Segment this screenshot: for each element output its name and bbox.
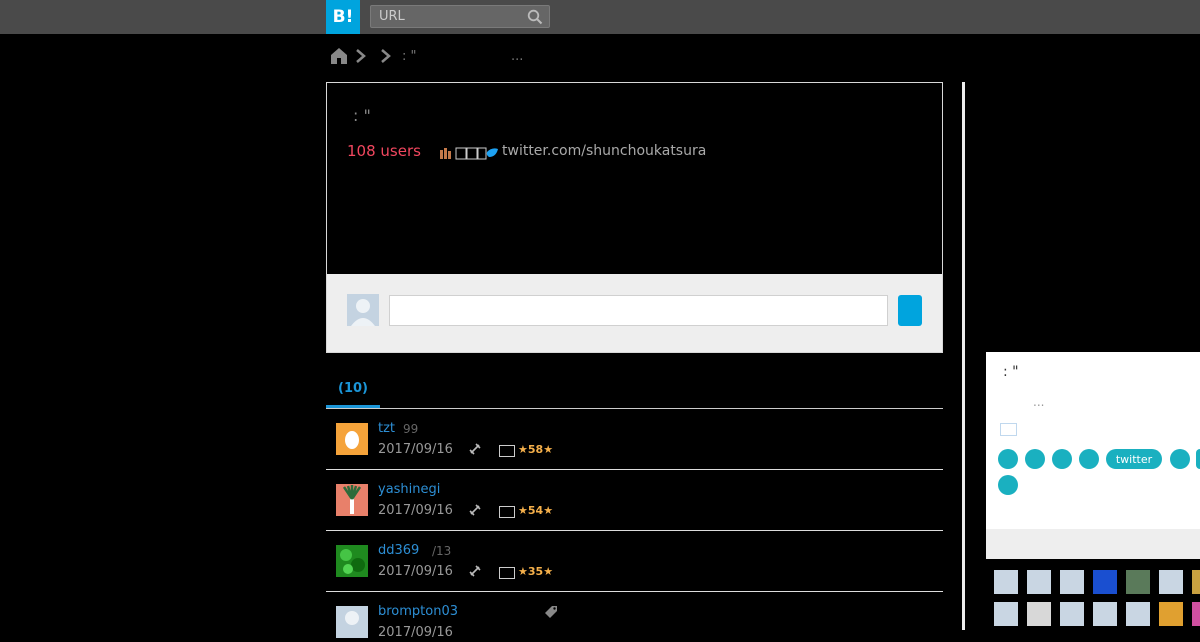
user-thumbnail[interactable] — [1027, 602, 1051, 626]
tag-icon — [545, 606, 557, 618]
egg-icon — [336, 423, 368, 455]
user-thumbnail[interactable] — [1159, 602, 1183, 626]
entry-domain[interactable]: twitter.com/shunchoukatsura — [502, 143, 706, 159]
user-thumbnail[interactable] — [1060, 570, 1084, 594]
row-divider — [326, 469, 943, 470]
user-thumbnail[interactable] — [1126, 602, 1150, 626]
tag-item[interactable] — [1052, 449, 1072, 469]
tag-item[interactable] — [1025, 449, 1045, 469]
submit-button[interactable] — [898, 295, 922, 326]
tag-item[interactable] — [1079, 449, 1099, 469]
user-thumbnail[interactable] — [1126, 570, 1150, 594]
leek-icon — [336, 484, 368, 516]
row-divider — [326, 591, 943, 592]
chevron-right-icon — [356, 49, 366, 63]
related-header — [986, 529, 1200, 559]
top-bar — [0, 0, 1200, 34]
avatar — [347, 294, 379, 326]
bookmark-date[interactable]: 2017/09/16 — [378, 564, 453, 579]
add-star-icon[interactable] — [1000, 423, 1017, 436]
star-count-value: 54 — [527, 504, 544, 517]
add-star-icon[interactable] — [499, 567, 515, 579]
search-input[interactable] — [371, 6, 529, 27]
entry-title[interactable]: : " — [353, 106, 371, 125]
tag-item[interactable] — [998, 475, 1018, 495]
star-count[interactable]: ★54★ — [518, 504, 553, 517]
star-count-value: 58 — [527, 443, 544, 456]
user-thumbnail[interactable] — [1093, 602, 1117, 626]
add-star-icon[interactable] — [499, 445, 515, 457]
user-thumbnail[interactable] — [1060, 602, 1084, 626]
user-thumbnail[interactable] — [1027, 570, 1051, 594]
bookmark-date[interactable]: 2017/09/16 — [378, 442, 453, 457]
link-icon[interactable] — [468, 564, 482, 578]
bookmark-date[interactable]: 2017/09/16 — [378, 625, 453, 640]
user-placeholder-icon — [336, 606, 368, 638]
chevron-right-icon — [381, 49, 391, 63]
user-avatar[interactable] — [336, 423, 368, 455]
user-name[interactable]: yashinegi — [378, 482, 440, 497]
user-thumbnail[interactable] — [994, 602, 1018, 626]
share-icons[interactable] — [439, 146, 499, 160]
tag-item[interactable] — [1196, 449, 1200, 469]
summary-description: ... — [1033, 395, 1045, 409]
hatena-logo[interactable]: B! — [326, 0, 360, 34]
breadcrumb-ellipsis: ... — [511, 49, 524, 64]
user-thumbnail[interactable] — [1192, 570, 1200, 594]
user-thumbnail[interactable] — [1192, 602, 1200, 626]
entry-card — [326, 82, 943, 274]
green-image-icon — [336, 545, 368, 577]
user-thumbnail[interactable] — [994, 570, 1018, 594]
tag-item[interactable]: twitter — [1106, 449, 1162, 469]
star-count[interactable]: ★58★ — [518, 443, 553, 456]
users-count[interactable]: 108 users — [347, 142, 421, 160]
comment-input[interactable] — [389, 295, 888, 326]
user-name[interactable]: dd369 — [378, 543, 419, 558]
bookmark-date[interactable]: 2017/09/16 — [378, 503, 453, 518]
star-count-value: 35 — [527, 565, 544, 578]
user-thumbnail[interactable] — [1093, 570, 1117, 594]
tab-comments[interactable]: (10) — [338, 381, 368, 396]
user-bookmark-count: /13 — [432, 544, 452, 558]
column-divider — [962, 82, 965, 630]
summary-title[interactable]: : " — [1003, 364, 1019, 380]
user-name[interactable]: tzt — [378, 421, 395, 436]
user-avatar[interactable] — [336, 606, 368, 638]
user-avatar[interactable] — [336, 484, 368, 516]
breadcrumb-current[interactable]: : " — [402, 49, 417, 64]
row-divider — [326, 530, 943, 531]
home-icon[interactable] — [330, 47, 348, 65]
link-icon[interactable] — [468, 503, 482, 517]
tab-divider — [326, 408, 943, 409]
add-star-icon[interactable] — [499, 506, 515, 518]
tag-item[interactable] — [998, 449, 1018, 469]
user-placeholder-icon — [351, 299, 375, 326]
user-avatar[interactable] — [336, 545, 368, 577]
link-icon[interactable] — [468, 442, 482, 456]
search-icon[interactable] — [527, 9, 543, 25]
search-box — [370, 5, 550, 28]
user-name[interactable]: brompton03 — [378, 604, 458, 619]
user-thumbnail[interactable] — [1159, 570, 1183, 594]
user-bookmark-count: 99 — [403, 422, 419, 436]
star-count[interactable]: ★35★ — [518, 565, 553, 578]
tag-item[interactable] — [1170, 449, 1190, 469]
